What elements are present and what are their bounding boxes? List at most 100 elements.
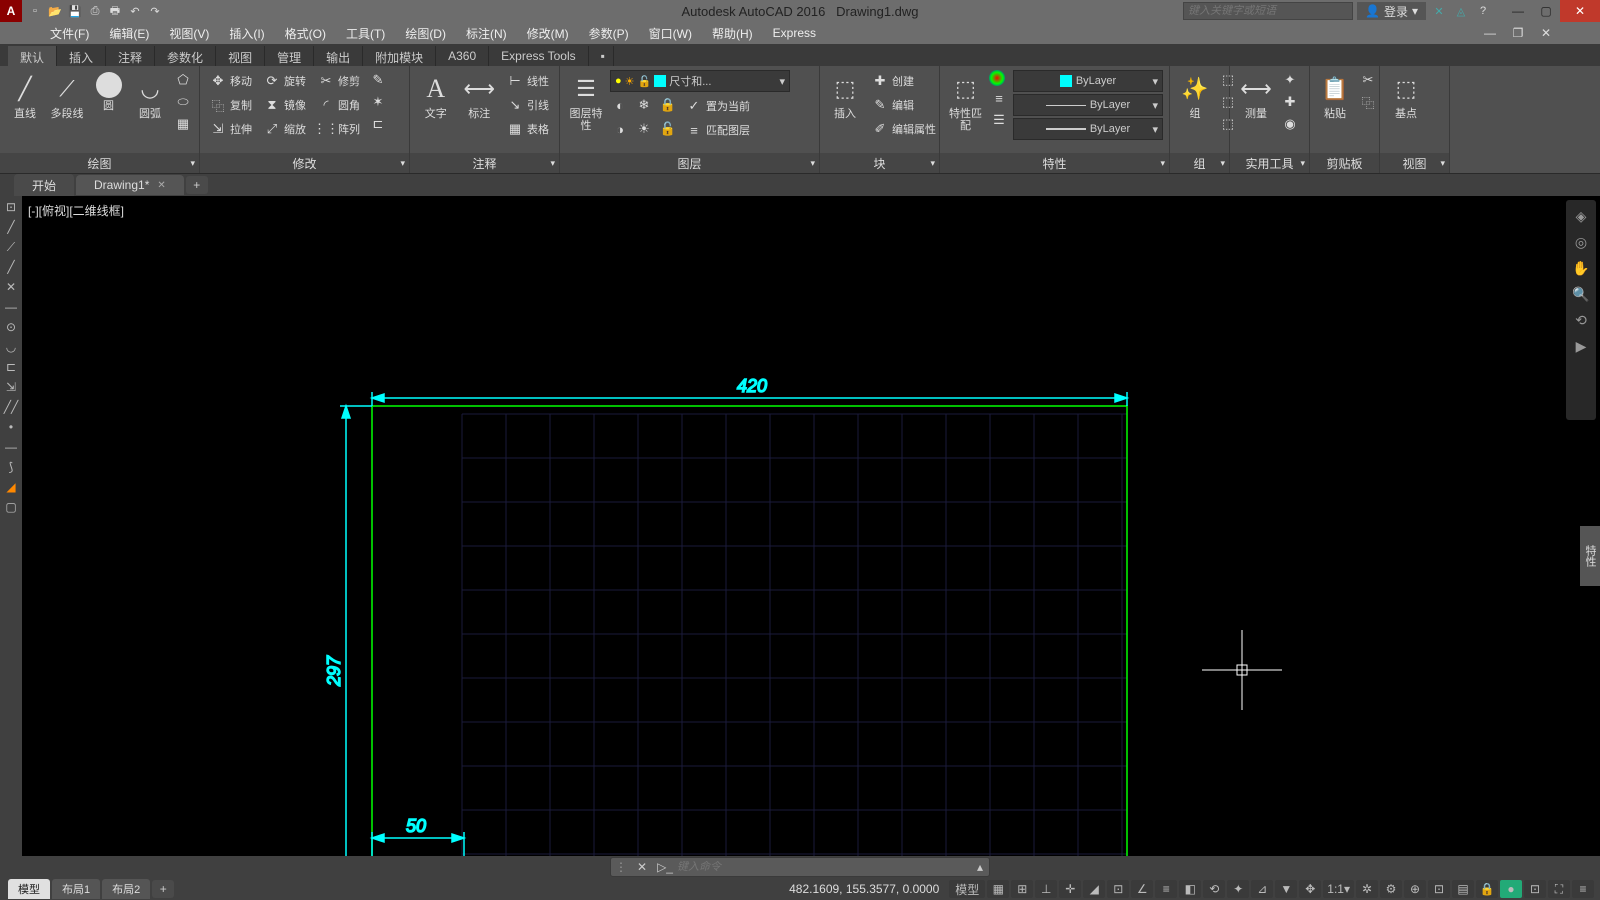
quickprops-toggle[interactable]: ▤ [1452,880,1474,898]
tool-icon[interactable]: ▢ [2,498,20,516]
arc-button[interactable]: ◡圆弧 [131,70,169,122]
util-icon[interactable]: ◉ [1280,114,1300,134]
dim-button[interactable]: ⟷标注 [460,70,500,122]
measure-button[interactable]: ⟷测量 [1236,70,1276,122]
menu-help[interactable]: 帮助(H) [702,22,763,44]
viewport-label[interactable]: [-][俯视][二维线框] [28,202,124,219]
tab-default[interactable]: 默认 [8,46,57,66]
tab-annotate[interactable]: 注释 [106,46,155,66]
maximize-button[interactable]: ▢ [1532,0,1560,22]
edit-block-button[interactable]: ✎编辑 [868,94,940,116]
menu-tools[interactable]: 工具(T) [336,22,395,44]
save-icon[interactable]: 💾 [66,2,84,20]
circle-button[interactable]: 圆 [90,70,127,114]
3dosnap-toggle[interactable]: ✦ [1227,880,1249,898]
panel-view-title[interactable]: 视图▾ [1380,153,1449,173]
scale-button[interactable]: ⤢缩放 [260,118,310,140]
polar-toggle[interactable]: ✛ [1059,880,1081,898]
copy-button[interactable]: ⿻复制 [206,94,256,116]
table-button[interactable]: ▦表格 [503,118,553,140]
menu-modify[interactable]: 修改(M) [517,22,579,44]
command-input[interactable] [677,861,971,873]
properties-palette-tab[interactable]: 特性 [1580,526,1600,586]
util-icon[interactable]: ✦ [1280,70,1300,90]
add-layout-button[interactable]: + [152,880,174,898]
erase-icon[interactable]: ✎ [368,70,388,90]
dynucs-toggle[interactable]: ⊿ [1251,880,1273,898]
new-tab-button[interactable]: + [186,176,208,194]
undo-icon[interactable]: ↶ [126,2,144,20]
tool-icon[interactable]: ╱╱ [2,398,20,416]
lineweight-dropdown[interactable]: ByLayer▾ [1013,118,1163,140]
color-dropdown[interactable]: ByLayer▾ [1013,70,1163,92]
lockui-toggle[interactable]: 🔒 [1476,880,1498,898]
layout-1[interactable]: 布局1 [52,879,100,899]
tool-icon[interactable]: ◢ [2,478,20,496]
close-tab-icon[interactable]: ✕ [157,180,165,191]
tool-icon[interactable]: ╱ [2,218,20,236]
hatch-icon[interactable]: ▦ [173,114,193,134]
tab-parametric[interactable]: 参数化 [155,46,216,66]
tab-view[interactable]: 视图 [216,46,265,66]
tool-icon[interactable]: ◡ [2,338,20,356]
doc-close-button[interactable]: ✕ [1532,22,1560,44]
edit-attr-button[interactable]: ✐编辑属性 [868,118,940,140]
ellipse-icon[interactable]: ⬭ [173,92,193,112]
panel-modify-title[interactable]: 修改▾ [200,153,409,173]
menu-edit[interactable]: 编辑(E) [99,22,159,44]
tab-a360[interactable]: A360 [436,46,489,66]
cmd-close-icon[interactable]: ✕ [631,860,653,874]
menu-view[interactable]: 视图(V) [159,22,219,44]
layer-props-button[interactable]: ☰图层特性 [566,70,606,134]
open-icon[interactable]: 📂 [46,2,64,20]
tab-output[interactable]: 输出 [314,46,363,66]
tool-icon[interactable]: ╱ [2,258,20,276]
layer-tool-icon[interactable]: ◑ [610,119,630,139]
new-icon[interactable]: ▫ [26,2,44,20]
tab-start[interactable]: 开始 [14,174,74,197]
tab-insert[interactable]: 插入 [57,46,106,66]
menu-dim[interactable]: 标注(N) [456,22,517,44]
tab-drawing1[interactable]: Drawing1*✕ [76,175,184,195]
login-button[interactable]: 👤 登录 ▾ [1357,2,1426,20]
tool-icon[interactable]: ⟋ [2,238,20,256]
array-button[interactable]: ⋮⋮阵列 [314,118,364,140]
create-block-button[interactable]: ✚创建 [868,70,940,92]
tab-extras[interactable]: ▪ [589,46,614,66]
panel-props-title[interactable]: 特性▾ [940,153,1169,173]
annoscale-button[interactable]: 1:1▾ [1323,880,1354,898]
panel-layers-title[interactable]: 图层▾ [560,153,819,173]
leader-button[interactable]: ↘引线 [503,94,553,116]
list-icon[interactable]: ☰ [989,110,1009,130]
cmd-expand-icon[interactable]: ▴ [971,860,989,874]
make-current-button[interactable]: ✓置为当前 [682,95,754,117]
saveas-icon[interactable]: ⎙ [86,2,104,20]
layer-tool-icon[interactable]: 🔒 [658,95,678,115]
orbit-icon[interactable]: ⟲ [1571,310,1591,330]
lineweight-toggle[interactable]: ≡ [1155,880,1177,898]
tool-icon[interactable]: — [2,438,20,456]
tool-icon[interactable]: ⊏ [2,358,20,376]
menu-file[interactable]: 文件(F) [40,22,99,44]
tool-icon[interactable]: • [2,418,20,436]
mirror-button[interactable]: ⧗镜像 [260,94,310,116]
workspace-button[interactable]: ⚙ [1380,880,1402,898]
text-button[interactable]: A文字 [416,70,456,122]
grid-toggle[interactable]: ▦ [987,880,1009,898]
zoom-icon[interactable]: 🔍 [1571,284,1591,304]
annovisibility-toggle[interactable]: ✲ [1356,880,1378,898]
viewcube-icon[interactable]: ◈ [1571,206,1591,226]
tool-icon[interactable]: ⇲ [2,378,20,396]
tool-icon[interactable]: ⊙ [2,318,20,336]
print-icon[interactable]: 🖶 [106,2,124,20]
minimize-button[interactable]: — [1504,0,1532,22]
fillet-button[interactable]: ◜圆角 [314,94,364,116]
polygon-icon[interactable]: ⬠ [173,70,193,90]
tool-icon[interactable]: — [2,298,20,316]
tab-manage[interactable]: 管理 [265,46,314,66]
util-icon[interactable]: ✚ [1280,92,1300,112]
menu-insert[interactable]: 插入(I) [219,22,274,44]
menu-express[interactable]: Express [763,22,826,44]
panel-annot-title[interactable]: 注释▾ [410,153,559,173]
help-icon[interactable]: ? [1474,2,1492,20]
